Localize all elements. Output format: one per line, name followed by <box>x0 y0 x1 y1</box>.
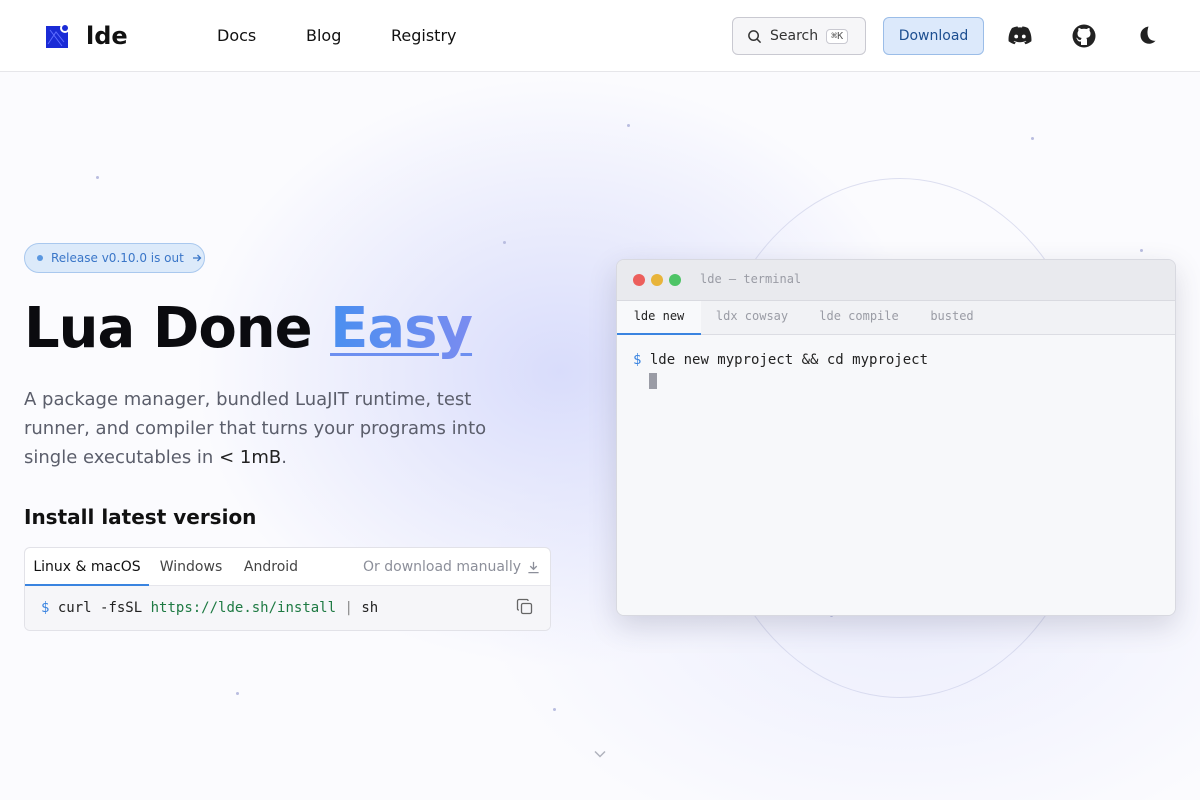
nav-blog[interactable]: Blog <box>306 26 341 45</box>
tab-windows[interactable]: Windows <box>149 548 233 586</box>
hero-subtitle-end: . <box>281 447 287 468</box>
cmd-prompt: $ <box>41 600 50 616</box>
cmd-curl: curl -fsSL <box>57 600 143 616</box>
theme-toggle[interactable] <box>1136 24 1160 48</box>
discord-icon <box>1008 26 1032 45</box>
terminal-titlebar: lde — terminal <box>617 260 1175 301</box>
hero-title-accent: Easy <box>330 296 473 361</box>
maximize-dot <box>669 274 681 286</box>
install-command[interactable]: $ curl -fsSL https://lde.sh/install | sh <box>25 586 550 630</box>
badge-dot <box>37 255 43 261</box>
github-link[interactable] <box>1072 24 1096 48</box>
hero-title: Lua Done Easy <box>24 296 473 361</box>
download-icon <box>528 561 539 573</box>
install-heading: Install latest version <box>24 505 257 529</box>
terminal-cursor <box>649 373 657 389</box>
copy-icon[interactable] <box>516 598 534 616</box>
bg-dot <box>1031 137 1034 140</box>
download-manually-link[interactable]: Or download manually <box>363 548 540 586</box>
terminal-tab-lde-compile[interactable]: lde compile <box>803 301 915 335</box>
install-tabs: Linux & macOS Windows Android Or downloa… <box>25 548 550 586</box>
terminal-tab-lde-new[interactable]: lde new <box>617 301 701 335</box>
search-button[interactable]: Search ⌘K <box>732 17 866 55</box>
hero-subtitle-highlight: < 1mB <box>219 447 282 468</box>
cmd-url: https://lde.sh/install <box>150 600 337 616</box>
close-dot <box>633 274 645 286</box>
bg-dot <box>96 176 99 179</box>
search-shortcut: ⌘K <box>826 28 849 44</box>
terminal-window: lde — terminal lde new ldx cowsay lde co… <box>616 259 1176 616</box>
search-label: Search <box>770 28 819 44</box>
tab-linux-macos[interactable]: Linux & macOS <box>25 548 149 586</box>
cmd-pipe: | <box>344 600 353 616</box>
terminal-prompt: $ <box>633 352 642 368</box>
search-icon <box>748 29 762 43</box>
arrow-right-icon <box>192 254 202 262</box>
cmd-shell: sh <box>361 600 379 616</box>
terminal-command: lde new myproject && cd myproject <box>649 352 929 368</box>
moon-icon <box>1140 26 1156 44</box>
github-icon <box>1072 24 1096 48</box>
brand-name[interactable]: lde <box>86 22 128 50</box>
terminal-title: lde — terminal <box>700 272 802 286</box>
nav-registry[interactable]: Registry <box>391 26 457 45</box>
terminal-body[interactable]: $ lde new myproject && cd myproject <box>617 335 1175 615</box>
release-badge-label: Release v0.10.0 is out <box>51 251 184 265</box>
minimize-dot <box>651 274 663 286</box>
discord-link[interactable] <box>1008 24 1032 48</box>
chevron-down-icon[interactable] <box>592 746 608 762</box>
terminal-command-line: $ lde new myproject && cd myproject <box>633 352 928 368</box>
bg-dot <box>236 692 239 695</box>
release-badge[interactable]: Release v0.10.0 is out <box>24 243 205 273</box>
download-button[interactable]: Download <box>883 17 984 55</box>
site-header: lde Docs Blog Registry Search ⌘K Downloa… <box>0 0 1200 72</box>
terminal-tab-ldx-cowsay[interactable]: ldx cowsay <box>701 301 803 335</box>
terminal-tab-busted[interactable]: busted <box>915 301 989 335</box>
bg-dot <box>503 241 506 244</box>
terminal-tabs: lde new ldx cowsay lde compile busted <box>617 301 1175 335</box>
bg-dot <box>553 708 556 711</box>
nav-docs[interactable]: Docs <box>217 26 256 45</box>
bg-dot <box>1140 249 1143 252</box>
lde-logo-icon[interactable] <box>46 24 70 48</box>
install-box: Linux & macOS Windows Android Or downloa… <box>24 547 551 631</box>
hero-title-main: Lua Done <box>24 296 331 361</box>
hero-subtitle: A package manager, bundled LuaJIT runtim… <box>24 385 494 472</box>
bg-dot <box>627 124 630 127</box>
download-manually-label: Or download manually <box>363 559 521 575</box>
tab-android[interactable]: Android <box>233 548 309 586</box>
